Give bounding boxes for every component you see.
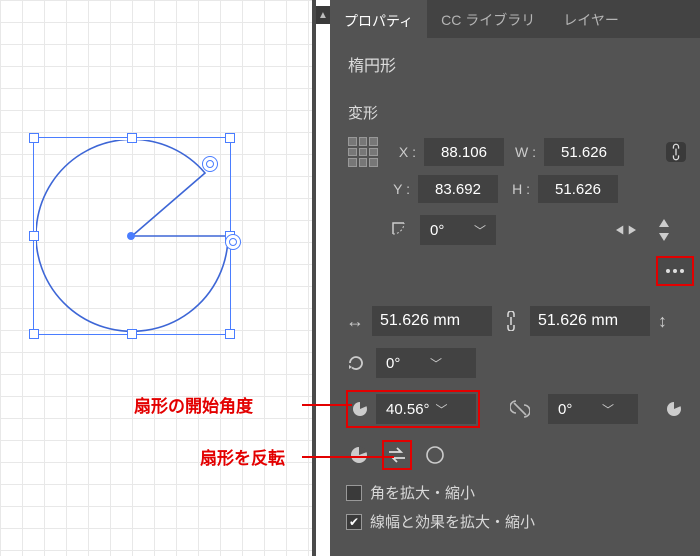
pie-angle-handle-end[interactable] (225, 234, 241, 250)
resize-handle-bm[interactable] (127, 329, 137, 339)
pie-type-pie-icon[interactable] (346, 442, 372, 468)
shape-type-label: 楕円形 (330, 38, 700, 86)
annotation-line (302, 456, 394, 458)
link-wh-icon[interactable] (666, 142, 686, 162)
pie-start-angle-group: 40.56° ﹀ (346, 390, 480, 428)
transform-section-title: 変形 (330, 86, 700, 133)
scale-corners-checkbox[interactable]: 角を拡大・縮小 (346, 482, 684, 503)
chevron-down-icon: ﹀ (430, 355, 448, 372)
width-input[interactable] (544, 138, 624, 166)
shape-height-input[interactable]: 51.626 mm (530, 306, 650, 336)
properties-panel: プロパティ CC ライブラリ レイヤー 楕円形 変形 X : W : Y : H… (330, 0, 700, 556)
height-input[interactable] (538, 175, 618, 203)
panel-tabs: プロパティ CC ライブラリ レイヤー (330, 0, 700, 38)
scale-strokes-checkbox[interactable]: 線幅と効果を拡大・縮小 (346, 511, 684, 532)
resize-handle-tr[interactable] (225, 133, 235, 143)
rotate-icon (390, 220, 410, 240)
x-label: X : (392, 144, 416, 160)
pie-type-chord-icon[interactable] (422, 442, 448, 468)
tab-cc-libraries[interactable]: CC ライブラリ (427, 0, 549, 38)
pie-start-value: 40.56° (386, 401, 430, 418)
flip-vertical-icon[interactable] (654, 220, 674, 240)
pie-start-icon (350, 399, 370, 419)
y-input[interactable] (418, 175, 498, 203)
scale-corners-label: 角を拡大・縮小 (370, 482, 475, 503)
flip-horizontal-icon[interactable] (616, 220, 636, 240)
width-arrow-icon: ↔ (346, 311, 364, 332)
annotation-pie-start: 扇形の開始角度 (134, 392, 253, 417)
link-dimensions-icon[interactable] (500, 311, 522, 331)
chevron-down-icon: ﹀ (602, 401, 620, 418)
w-label: W : (512, 144, 536, 160)
reference-point-grid[interactable] (348, 137, 378, 167)
annotation-invert-pie: 扇形を反転 (200, 444, 285, 469)
pie-end-icon (664, 399, 684, 419)
checkbox-checked-icon (346, 514, 362, 530)
invert-pie-group (382, 440, 412, 470)
x-input[interactable] (424, 138, 504, 166)
y-label: Y : (386, 181, 410, 197)
rotate-value: 0° (430, 222, 468, 239)
transform-more-options-button[interactable] (656, 256, 694, 286)
scale-strokes-label: 線幅と効果を拡大・縮小 (370, 511, 535, 532)
constrain-pie-icon[interactable] (510, 399, 530, 419)
resize-handle-tm[interactable] (127, 133, 137, 143)
tab-properties[interactable]: プロパティ (330, 0, 427, 38)
rotate-dropdown[interactable]: 0° ﹀ (420, 215, 496, 245)
pie-end-angle-dropdown[interactable]: 0° ﹀ (548, 394, 638, 424)
resize-handle-bl[interactable] (29, 329, 39, 339)
panel-scroll-up[interactable]: ▲ (316, 6, 330, 24)
pie-angle-handle-start[interactable] (202, 156, 218, 172)
chevron-down-icon: ﹀ (436, 401, 454, 418)
resize-handle-ml[interactable] (29, 231, 39, 241)
shape-rotate-value: 0° (386, 355, 424, 372)
invert-pie-button[interactable] (384, 442, 410, 468)
canvas[interactable] (0, 0, 316, 556)
h-label: H : (506, 181, 530, 197)
ruler-edge (312, 0, 316, 556)
checkbox-unchecked-icon (346, 485, 362, 501)
resize-handle-tl[interactable] (29, 133, 39, 143)
resize-handle-br[interactable] (225, 329, 235, 339)
selection-bounding-box[interactable] (33, 137, 231, 335)
shape-rotate-dropdown[interactable]: 0° ﹀ (376, 348, 476, 378)
rotate-ccw-icon (346, 353, 366, 373)
shape-width-input[interactable]: 51.626 mm (372, 306, 492, 336)
height-arrow-icon: ↕ (658, 311, 667, 332)
pie-end-value: 0° (558, 401, 596, 418)
shape-options-section: ↔ 51.626 mm 51.626 mm ↕ 0° ﹀ (330, 296, 700, 556)
chevron-down-icon: ﹀ (474, 222, 492, 239)
pie-start-angle-dropdown[interactable]: 40.56° ﹀ (376, 394, 476, 424)
annotation-line (302, 404, 352, 406)
tab-layers[interactable]: レイヤー (549, 0, 633, 38)
